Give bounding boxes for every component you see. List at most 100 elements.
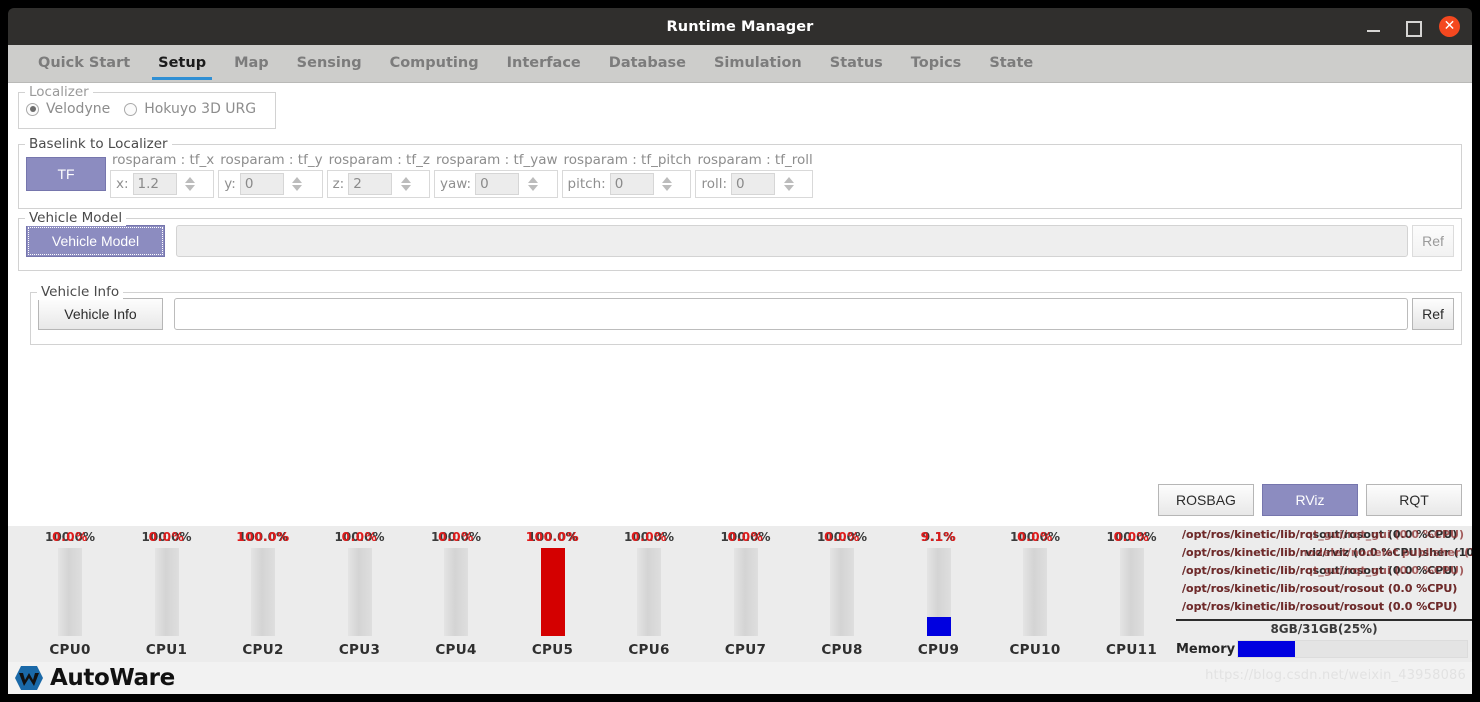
runtime-manager-window: Runtime Manager ✕ Quick Start Setup Map Sen… [0,0,1480,702]
cpu-bar-cpu4 [444,548,468,636]
footer-bar: AutoWare https://blog.csdn.net/weixin_43… [8,662,1472,694]
vehicle-model-ref-button[interactable]: Ref [1412,225,1454,257]
spinner-buttons [290,177,305,191]
cpu-bar-cpu0 [58,548,82,636]
cpu-percent-cpu8: 100.0% 0.0% [794,530,890,548]
cpu-column-cpu9: 9.1% 9.1% CPU9 [891,526,987,662]
tab-computing[interactable]: Computing [376,44,493,82]
spinner [239,173,284,195]
process-panel[interactable]: /opt/ros/kinetic/lib/rqt_gui/rqt_gui (0.… [1176,526,1472,662]
param-input-tf_roll[interactable] [732,174,775,194]
tab-status[interactable]: Status [816,44,897,82]
title-bar: Runtime Manager ✕ [8,8,1472,45]
localizer-radio-velodyne[interactable]: Velodyne [26,101,110,117]
cpu-percent-front: 0.0% [438,530,474,544]
process-line: /opt/ros/kinetic/lib/rosout/rosout (0.0 … [1182,580,1472,598]
cpu-percent-cpu5: 100.0% 100.0% [505,530,601,548]
param-input-tf_pitch[interactable] [610,174,653,194]
tab-simulation[interactable]: Simulation [700,44,816,82]
spinner-down-icon[interactable] [527,185,538,191]
localizer-radio-label: Velodyne [46,101,111,117]
spinner-up-icon[interactable] [662,177,673,183]
cpu-bar-cpu3 [347,548,372,636]
spinner [609,173,654,195]
spinner-down-icon[interactable] [185,185,196,191]
rosbag-button[interactable]: ROSBAG [1158,484,1254,516]
param-cell-tf_x: rosparam : tf_x x: [110,151,215,198]
minimize-icon[interactable] [1363,16,1385,38]
cpu-bar-cpu5 [540,548,565,636]
memory-usage-text: 8GB/31GB(25%) [1270,622,1378,636]
cpu-column-cpu10: 100.0% 0.0% CPU10 [987,526,1083,662]
param-key-label: roll: [701,176,728,192]
param-inner: yaw: [433,170,558,198]
param-key-label: pitch: [567,176,606,192]
close-icon[interactable]: ✕ [1439,16,1460,37]
cpu-bar-cpu10 [1023,548,1047,636]
rqt-button[interactable]: RQT [1366,484,1462,516]
cpu-bar-cpu6 [637,548,661,636]
spinner-down-icon[interactable] [400,185,411,191]
param-cell-tf_roll: rosparam : tf_roll roll: [695,151,813,198]
cpu-percent-front: 9.1% [920,530,957,544]
process-line-ghost: /opt/ros/kinetic/lib/rqt_gui/rqt_gui (0.… [1182,528,1465,541]
cpu-percent-cpu2: 100.0% 100.0% [215,530,311,548]
cpu-bar-cpu9 [926,548,951,636]
cpu-percent-cpu11: 100.0% 0.0% [1084,530,1180,548]
rviz-button[interactable]: RViz [1262,484,1358,516]
spinner-down-icon[interactable] [783,185,794,191]
param-input-tf_y[interactable] [240,174,283,194]
param-inner: roll: [695,170,813,198]
param-input-tf_z[interactable] [349,174,392,194]
tab-sensing[interactable]: Sensing [283,44,376,82]
cpu-label: CPU7 [724,642,767,658]
autoware-logo: AutoWare [8,665,175,691]
system-monitor: 100.0% 0.0% CPU0 100.0% 0.0% CPU1 100.0% 100.0%… [8,526,1472,662]
spinner-down-icon[interactable] [662,185,673,191]
vehicle-model-row: Vehicle Model Ref [26,225,1454,257]
vehicle-model-group: Vehicle Model Vehicle Model Ref [18,211,1462,271]
spinner-down-icon[interactable] [292,185,303,191]
param-key-label: y: [224,176,236,192]
tf-button[interactable]: TF [26,157,106,191]
vehicle-info-ref-button[interactable]: Ref [1412,298,1454,330]
param-inner: x: [110,170,215,198]
cpu-column-cpu0: 100.0% 0.0% CPU0 [22,526,118,662]
cpu-percent-cpu1: 100.0% 0.0% [119,530,215,548]
vehicle-info-button[interactable]: Vehicle Info [38,298,163,330]
spinner-up-icon[interactable] [783,177,794,183]
tab-database[interactable]: Database [595,44,700,82]
main-content: Localizer Velodyne Hokuyo 3D URG Baselink… [8,83,1472,526]
maximize-icon[interactable] [1401,16,1423,38]
vehicle-model-path-input[interactable] [176,225,1408,257]
close-glyph: ✕ [1443,18,1456,34]
vehicle-info-path-input[interactable] [174,298,1408,330]
param-input-tf_yaw[interactable] [476,174,519,194]
tf-row: TF rosparam : tf_xx:rosparam : tf_yy:ros… [26,151,813,199]
cpu-column-cpu5: 100.0% 100.0% CPU5 [505,526,601,662]
param-caption: rosparam : tf_z [328,152,430,168]
cpu-bar-cpu1 [154,548,179,636]
process-line-ghost: /opt/ros/kinetic/lib/rqt_gui/rqt_gui (0.… [1182,564,1465,577]
tab-interface[interactable]: Interface [493,44,595,82]
spinner-up-icon[interactable] [185,177,196,183]
cpu-percent-cpu7: 100.0% 0.0% [698,530,794,548]
process-line: /opt/ros/kinetic/lib/nodelet/nodelet pub… [1182,544,1472,562]
tab-topics[interactable]: Topics [897,44,976,82]
cpu-label: CPU10 [1009,642,1061,658]
cpu-percent-cpu10: 100.0% 0.0% [987,530,1083,548]
memory-row: Memory [1176,640,1468,658]
cpu-label: CPU8 [821,642,863,658]
cpu-column-cpu6: 100.0% 0.0% CPU6 [601,526,697,662]
vehicle-model-button[interactable]: Vehicle Model [26,225,165,257]
tab-map[interactable]: Map [220,44,283,82]
spinner-up-icon[interactable] [400,177,411,183]
spinner-up-icon[interactable] [527,177,538,183]
tab-quick-start[interactable]: Quick Start [24,44,144,82]
localizer-group: Localizer Velodyne Hokuyo 3D URG [18,85,276,129]
tab-state[interactable]: State [975,44,1047,82]
tab-setup[interactable]: Setup [144,44,220,82]
param-input-tf_x[interactable] [133,174,176,194]
spinner-up-icon[interactable] [292,177,303,183]
localizer-radio-hokuyo-3d-urg[interactable]: Hokuyo 3D URG [124,101,256,117]
